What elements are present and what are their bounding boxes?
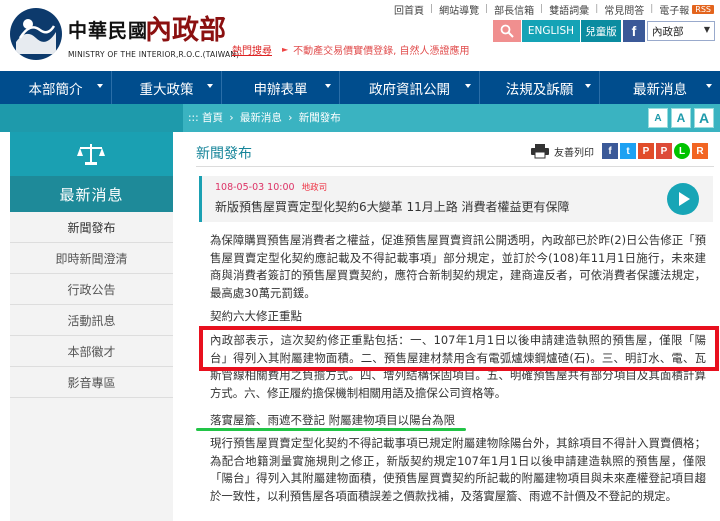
breadcrumb-news[interactable]: 最新消息	[240, 112, 282, 124]
breadcrumb-home[interactable]: 首頁	[202, 112, 223, 124]
plus-share-icon[interactable]: P	[656, 143, 672, 159]
caret-down-icon	[706, 84, 712, 88]
top-link-sitemap[interactable]: 網站導覽	[439, 2, 479, 17]
printer-icon[interactable]	[530, 143, 550, 159]
nav-item-policy[interactable]: 重大政策	[112, 71, 222, 104]
top-link-newsletter[interactable]: 電子報	[659, 2, 689, 17]
facebook-share-icon[interactable]: f	[602, 143, 618, 159]
font-size-large-button[interactable]: A	[694, 108, 714, 128]
caret-down-icon	[465, 84, 471, 88]
sidebar: 最新消息 新聞發布 即時新聞澄清 行政公告 活動訊息 本部徽才 影音專區	[10, 132, 173, 521]
caret-down-icon	[97, 84, 103, 88]
hot-search-bar: 熱門搜尋 ► 不動產交易價實價登錄, 自然人憑證應用	[232, 42, 470, 57]
top-link-minister-mail[interactable]: 部長信箱	[494, 2, 534, 17]
highlight-underline	[196, 428, 466, 431]
english-button[interactable]: ENGLISH	[522, 20, 580, 42]
site-select[interactable]: 內政部 ▼	[647, 21, 715, 41]
page-title: 新聞發布	[196, 146, 252, 162]
sidebar-item-announcement[interactable]: 行政公告	[10, 274, 173, 305]
breadcrumb: ::: 首頁 › 最新消息 › 新聞發布	[188, 112, 341, 124]
highlight-box	[199, 326, 719, 371]
breadcrumb-current[interactable]: 新聞發布	[299, 112, 341, 124]
logo-english-name: MINISTRY OF THE INTERIOR,R.O.C.(TAIWAN)	[68, 50, 240, 59]
nav-item-regulations[interactable]: 法規及訴願	[480, 71, 600, 104]
rss-icon[interactable]: RSS	[692, 4, 714, 14]
sidebar-item-recruitment[interactable]: 本部徽才	[10, 336, 173, 367]
top-link-faq[interactable]: 常見問答	[604, 2, 644, 17]
font-size-small-button[interactable]: A	[648, 108, 668, 128]
site-logo[interactable]: 中華民國 內政部 MINISTRY OF THE INTERIOR,R.O.C.…	[10, 8, 239, 64]
logo-chinese-name: 中華民國	[68, 20, 149, 42]
main-content: 新聞發布 友善列印 f t P P L R 108-05-03 10:00 地政…	[196, 132, 719, 521]
scales-icon	[77, 144, 105, 165]
caret-down-icon	[325, 84, 331, 88]
top-links: 回首頁 | 網站導覽 | 部長信箱 | 雙語詞彙 | 常見問答 | 電子報 RS…	[394, 2, 714, 17]
play-icon	[679, 192, 690, 206]
search-icon	[500, 24, 514, 38]
top-link-glossary[interactable]: 雙語詞彙	[549, 2, 589, 17]
search-button[interactable]	[493, 20, 521, 42]
article-heading-2: 落實屋簷、雨遮不登記 附屬建物項目以陽台為限	[210, 413, 456, 427]
logo-ministry-name: 內政部	[145, 15, 226, 46]
top-link-home[interactable]: 回首頁	[394, 2, 424, 17]
article-paragraph-1: 為保障購買預售屋消費者之權益，促進預售屋買賣資訊公開透明，內政部已於昨(2)日公…	[210, 233, 706, 300]
nav-item-news[interactable]: 最新消息	[600, 71, 720, 104]
play-button[interactable]	[667, 183, 699, 215]
article-paragraph-3: 現行預售屋買賣定型化契約不得記載事項已規定附屬建物除陽台外，其餘項目不得計入買賣…	[210, 436, 706, 503]
sub-bar: ::: 首頁 › 最新消息 › 新聞發布 A A A	[0, 104, 720, 132]
sidebar-item-events[interactable]: 活動訊息	[10, 305, 173, 336]
chevron-down-icon: ▼	[703, 25, 710, 34]
font-size-controls: A A A	[648, 108, 714, 128]
facebook-icon[interactable]: f	[623, 20, 645, 42]
sidebar-item-clarification[interactable]: 即時新聞澄清	[10, 243, 173, 274]
ministry-seal-icon	[10, 8, 62, 60]
nav-item-open-info[interactable]: 政府資訊公開	[340, 71, 480, 104]
caret-down-icon	[207, 84, 213, 88]
news-department: 地政司	[301, 183, 328, 193]
sidebar-title: 最新消息	[10, 176, 173, 212]
sidebar-item-media[interactable]: 影音專區	[10, 367, 173, 398]
font-size-medium-button[interactable]: A	[671, 108, 691, 128]
site-header: 中華民國 內政部 MINISTRY OF THE INTERIOR,R.O.C.…	[0, 0, 720, 70]
nav-item-forms[interactable]: 申辦表單	[222, 71, 340, 104]
rss-share-icon[interactable]: R	[692, 143, 708, 159]
nav-item-about[interactable]: 本部簡介	[0, 71, 112, 104]
print-label[interactable]: 友善列印	[554, 144, 594, 159]
kids-version-button[interactable]: 兒童版	[581, 20, 621, 42]
news-title: 新版預售屋買賣定型化契約6大變革 11月上路 消費者權益更有保障	[215, 200, 570, 214]
hot-search-label[interactable]: 熱門搜尋	[232, 42, 272, 57]
line-share-icon[interactable]: L	[674, 143, 690, 159]
twitter-share-icon[interactable]: t	[620, 143, 636, 159]
main-nav: 本部簡介 重大政策 申辦表單 政府資訊公開 法規及訴願 最新消息	[0, 71, 720, 104]
plurk-share-icon[interactable]: P	[638, 143, 654, 159]
bullet-icon: ►	[282, 44, 289, 54]
caret-down-icon	[585, 84, 591, 88]
hot-search-keywords[interactable]: 不動產交易價實價登錄, 自然人憑證應用	[293, 42, 469, 57]
sidebar-item-press-release[interactable]: 新聞發布	[10, 212, 173, 243]
article-heading-1: 契約六大修正重點	[210, 309, 302, 323]
site-select-value: 內政部	[652, 25, 684, 38]
news-date: 108-05-03 10:00	[215, 182, 295, 193]
page-tools: 友善列印 f t P P L R	[530, 143, 708, 159]
news-header-card: 108-05-03 10:00 地政司 新版預售屋買賣定型化契約6大變革 11月…	[199, 176, 713, 222]
